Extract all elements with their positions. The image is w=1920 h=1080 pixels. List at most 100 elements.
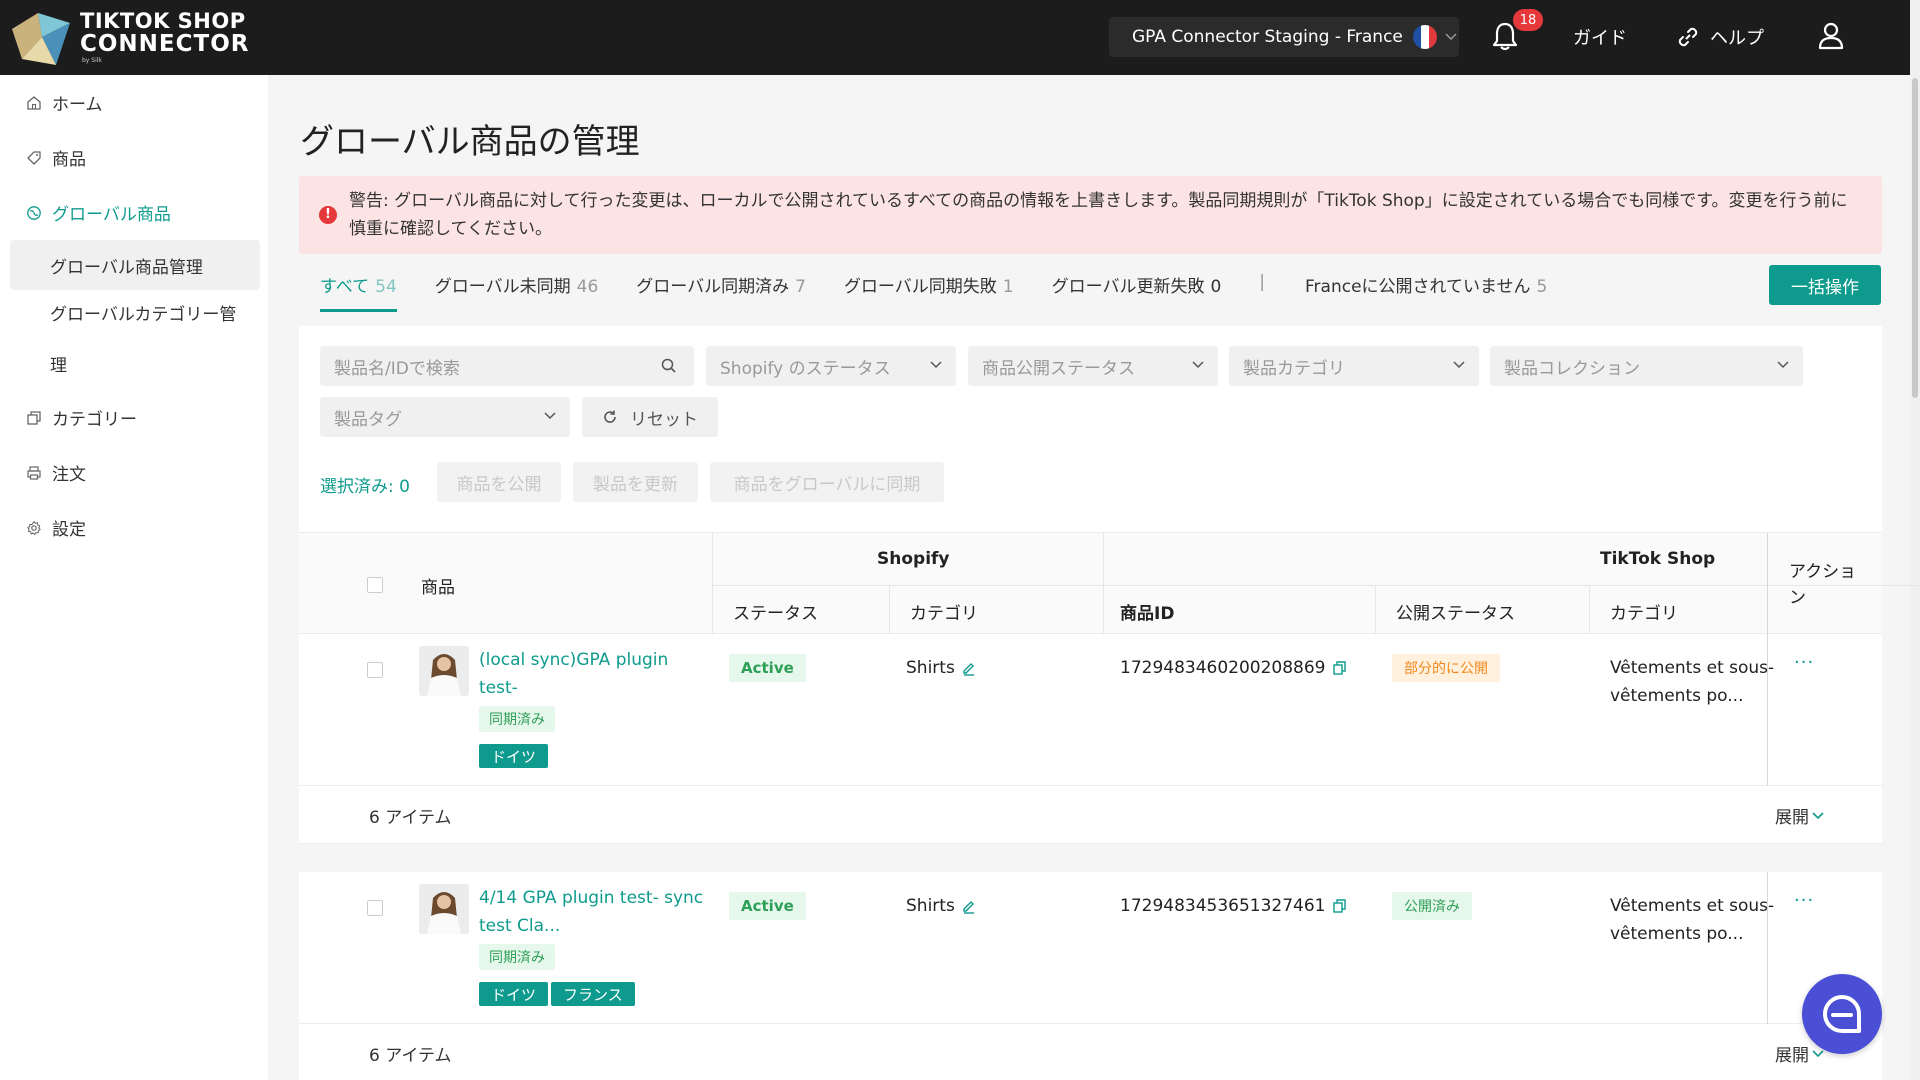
expand-label: 展開 <box>1775 808 1809 828</box>
select-placeholder: 製品タグ <box>334 409 402 430</box>
col-publish-status: 公開ステータス <box>1396 604 1515 624</box>
notification-badge: 18 <box>1513 9 1543 31</box>
warning-alert: ! 警告: グローバル商品に対して行った変更は、ローカルで公開されているすべての… <box>299 176 1882 254</box>
sidebar-item-products[interactable]: 商品 <box>0 130 268 185</box>
tab-count: 0 <box>1210 277 1222 297</box>
tab-label: グローバル同期失敗 <box>843 277 997 297</box>
variants-summary-row: 6 アイテム 展開 <box>299 1024 1882 1080</box>
collection-select[interactable]: 製品コレクション <box>1490 346 1803 386</box>
selected-count: 選択済み: 0 <box>320 477 410 497</box>
update-products-button[interactable]: 製品を更新 <box>573 462 698 502</box>
logo[interactable]: TIKTOK SHOP CONNECTOR by Silk <box>8 7 249 69</box>
row-checkbox[interactable] <box>367 662 383 678</box>
alert-text: 警告: グローバル商品に対して行った変更は、ローカルで公開されているすべての商品… <box>349 191 1848 239</box>
shopify-category: Shirts <box>906 654 977 682</box>
sidebar-item-categories[interactable]: カテゴリー <box>0 390 268 445</box>
search-input[interactable]: 製品名/IDで検索 <box>320 346 694 386</box>
publish-status-select[interactable]: 商品公開ステータス <box>968 346 1218 386</box>
tag-icon <box>27 150 41 165</box>
sidebar-item-label: グローバル商品 <box>52 205 171 225</box>
publish-status-badge: 部分的に公開 <box>1392 654 1500 682</box>
copy-icon[interactable] <box>1332 660 1348 676</box>
tab-label: グローバル未同期 <box>434 277 571 297</box>
tab-not-published-france[interactable]: Franceに公開されていません 5 <box>1305 272 1547 312</box>
col-product-id: 商品ID <box>1120 604 1175 624</box>
product-thumbnail[interactable] <box>419 884 469 934</box>
tab-count: 46 <box>576 277 599 297</box>
product-thumbnail[interactable] <box>419 646 469 696</box>
sidebar-item-settings[interactable]: 設定 <box>0 500 268 555</box>
user-icon[interactable] <box>1816 20 1846 52</box>
bulk-action-button[interactable]: 一括操作 <box>1769 265 1881 305</box>
product-id: 1729483453651327461 <box>1120 892 1348 920</box>
page-title: グローバル商品の管理 <box>300 122 640 162</box>
link-icon <box>1678 27 1698 47</box>
edit-icon[interactable] <box>961 660 977 676</box>
sidebar-item-label: 商品 <box>52 150 86 170</box>
printer-icon <box>27 465 41 480</box>
sidebar-item-orders[interactable]: 注文 <box>0 445 268 500</box>
country-tag: ドイツ <box>479 744 549 768</box>
tab-label: グローバル更新失敗 <box>1051 277 1205 297</box>
page-scrollbar[interactable] <box>1910 0 1920 1080</box>
select-placeholder: Shopify のステータス <box>720 358 891 379</box>
chevron-down-icon <box>1812 811 1824 819</box>
store-selector[interactable]: GPA Connector Staging - France <box>1109 17 1459 57</box>
tab-all[interactable]: すべて 54 <box>320 272 397 312</box>
store-selector-label: GPA Connector Staging - France <box>1132 27 1403 47</box>
guide-link[interactable]: ガイド <box>1573 24 1627 50</box>
sidebar-subitem-label: グローバル商品管理 <box>50 257 203 278</box>
home-icon <box>27 95 41 110</box>
chat-icon <box>1823 995 1861 1033</box>
shopify-status-badge: Active <box>729 654 806 682</box>
tiktok-category: Vêtements et sous- vêtements po... <box>1610 654 1774 710</box>
col-tt-category: カテゴリ <box>1610 604 1678 624</box>
sync-status-tag: 同期済み <box>479 706 555 732</box>
sidebar-item-home[interactable]: ホーム <box>0 75 268 130</box>
sidebar-item-label: 設定 <box>52 520 86 540</box>
more-actions-icon[interactable]: ··· <box>1794 890 1814 911</box>
row-checkbox[interactable] <box>367 900 383 916</box>
col-product: 商品 <box>421 578 455 598</box>
reset-button[interactable]: リセット <box>582 397 718 437</box>
shopify-status-select[interactable]: Shopify のステータス <box>706 346 956 386</box>
group-tiktok-shop: TikTok Shop <box>1600 549 1716 569</box>
chevron-down-icon <box>544 412 556 420</box>
chevron-down-icon <box>1453 361 1465 369</box>
category-text: Shirts <box>906 658 955 678</box>
expand-button[interactable]: 展開 <box>1775 803 1824 828</box>
tab-label: すべて <box>320 277 370 297</box>
sidebar-subitem-global-product-management[interactable]: グローバル商品管理 <box>10 240 260 290</box>
sync-global-button[interactable]: 商品をグローバルに同期 <box>710 462 944 502</box>
help-link[interactable]: ヘルプ <box>1676 24 1764 50</box>
tab-global-unsynced[interactable]: グローバル未同期 46 <box>435 272 598 312</box>
shopify-category: Shirts <box>906 892 977 920</box>
more-actions-icon[interactable]: ··· <box>1794 652 1814 673</box>
select-placeholder: 商品公開ステータス <box>982 358 1135 379</box>
select-all-checkbox[interactable] <box>367 577 383 593</box>
edit-icon[interactable] <box>961 898 977 914</box>
tab-global-synced[interactable]: グローバル同期済み 7 <box>636 272 806 312</box>
tab-count: 54 <box>375 277 397 297</box>
tt-category-line2: vêtements po... <box>1610 686 1744 706</box>
product-name[interactable]: 4/14 GPA plugin test- sync test Cla... <box>479 884 709 940</box>
tab-global-sync-failed[interactable]: グローバル同期失敗 1 <box>844 272 1014 312</box>
category-select[interactable]: 製品カテゴリ <box>1229 346 1479 386</box>
chat-button[interactable] <box>1802 974 1882 1054</box>
logo-line2: CONNECTOR <box>80 31 250 57</box>
tab-count: 5 <box>1536 277 1548 297</box>
sidebar-subitem-global-category-management[interactable]: グローバルカテゴリー管 理 <box>10 290 260 390</box>
publish-products-button[interactable]: 商品を公開 <box>437 462 561 502</box>
tt-category-line1: Vêtements et sous- <box>1610 658 1775 678</box>
tag-select[interactable]: 製品タグ <box>320 397 570 437</box>
chevron-down-icon <box>930 361 942 369</box>
publish-status-badge: 公開済み <box>1392 892 1472 920</box>
copy-icon[interactable] <box>1332 898 1348 914</box>
refresh-icon <box>604 410 616 423</box>
tiktok-category: Vêtements et sous- vêtements po... <box>1610 892 1774 948</box>
tab-global-update-failed[interactable]: グローバル更新失敗 0 <box>1052 272 1222 312</box>
sidebar-item-global-products[interactable]: グローバル商品 <box>0 185 268 240</box>
col-category: カテゴリ <box>910 604 978 624</box>
sidebar-subitem-label-line2: 理 <box>50 356 67 376</box>
table-row: (local sync)GPA plugin test- sync t... 同… <box>299 634 1882 786</box>
